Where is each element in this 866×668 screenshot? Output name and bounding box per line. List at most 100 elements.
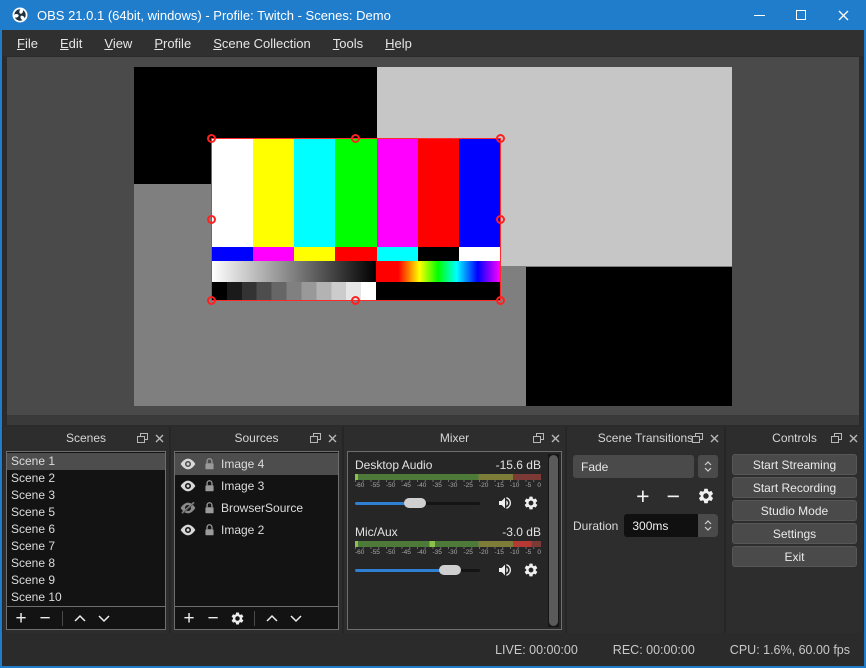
scene-list-item[interactable]: Scene 5 — [7, 504, 165, 521]
menu-tools[interactable]: Tools — [322, 36, 374, 51]
control-button[interactable]: Exit — [732, 546, 857, 567]
resize-handle-bottom-left[interactable] — [207, 296, 216, 305]
title-bar[interactable]: OBS 21.0.1 (64bit, windows) - Profile: T… — [2, 0, 864, 30]
menu-profile[interactable]: Profile — [143, 36, 202, 51]
source-list-item[interactable]: Image 2 — [175, 519, 338, 541]
scenes-panel-header[interactable]: Scenes — [3, 427, 169, 449]
lock-icon[interactable] — [200, 522, 218, 538]
resize-handle-top-right[interactable] — [496, 134, 505, 143]
slider-handle[interactable] — [439, 565, 461, 575]
close-button[interactable] — [822, 0, 864, 30]
menu-file[interactable]: File — [6, 36, 49, 51]
visibility-eye-icon[interactable] — [179, 456, 197, 472]
scenes-list: Scene 1Scene 2Scene 3Scene 5Scene 6Scene… — [7, 452, 165, 606]
transition-select[interactable]: Fade — [573, 455, 694, 478]
scene-list-item[interactable]: Scene 8 — [7, 555, 165, 572]
mixer-panel-header[interactable]: Mixer — [344, 427, 565, 449]
close-panel-icon[interactable] — [155, 434, 164, 443]
move-scene-down-button[interactable] — [92, 614, 116, 623]
chevron-down-icon — [704, 526, 712, 531]
duration-spinner[interactable] — [698, 514, 718, 537]
source-name: Image 2 — [221, 523, 264, 537]
source-black-rect-bottom-right[interactable] — [526, 267, 732, 406]
gear-icon — [523, 562, 539, 578]
close-panel-icon[interactable] — [551, 434, 560, 443]
channel-settings-button[interactable] — [521, 561, 541, 579]
chevron-up-icon — [704, 520, 712, 525]
add-transition-button[interactable]: + — [636, 484, 649, 508]
transition-properties-gear-icon[interactable] — [697, 487, 715, 505]
scene-list-item[interactable]: Scene 3 — [7, 487, 165, 504]
menu-scene-collection[interactable]: Scene Collection — [202, 36, 322, 51]
scene-canvas — [134, 67, 732, 406]
remove-transition-button[interactable]: − — [667, 484, 680, 508]
transition-select-spinner[interactable] — [698, 455, 718, 478]
resize-handle-bottom-middle[interactable] — [351, 296, 360, 305]
move-scene-up-button[interactable] — [68, 614, 92, 623]
scene-list-item[interactable]: Scene 9 — [7, 572, 165, 589]
scene-list-item[interactable]: Scene 2 — [7, 470, 165, 487]
float-panel-icon[interactable] — [137, 433, 148, 443]
scrollbar-thumb[interactable] — [549, 455, 558, 626]
minimize-button[interactable] — [738, 0, 780, 30]
controls-buttons: Start StreamingStart RecordingStudio Mod… — [726, 449, 863, 574]
close-panel-icon[interactable] — [710, 434, 719, 443]
move-source-up-button[interactable] — [260, 614, 284, 623]
add-source-button[interactable]: + — [177, 608, 201, 629]
float-panel-icon[interactable] — [692, 433, 703, 443]
window-title: OBS 21.0.1 (64bit, windows) - Profile: T… — [37, 8, 738, 23]
volume-slider[interactable] — [355, 497, 480, 509]
remove-source-button[interactable]: − — [201, 608, 225, 629]
mute-button[interactable] — [495, 561, 515, 579]
close-panel-icon[interactable] — [328, 434, 337, 443]
move-source-down-button[interactable] — [284, 614, 308, 623]
menu-help[interactable]: Help — [374, 36, 423, 51]
duration-spinbox[interactable]: 300ms — [624, 514, 718, 537]
add-scene-button[interactable]: + — [9, 608, 33, 629]
minimize-icon — [754, 15, 765, 16]
visibility-eye-icon[interactable] — [179, 478, 197, 494]
control-button[interactable]: Settings — [732, 523, 857, 544]
source-list-item[interactable]: BrowserSource — [175, 497, 338, 519]
resize-handle-middle-left[interactable] — [207, 215, 216, 224]
maximize-button[interactable] — [780, 0, 822, 30]
mute-button[interactable] — [495, 494, 515, 512]
float-panel-icon[interactable] — [831, 433, 842, 443]
visibility-eye-icon[interactable] — [179, 522, 197, 538]
duration-value: 300ms — [624, 514, 698, 537]
resize-handle-top-middle[interactable] — [351, 134, 360, 143]
resize-handle-middle-right[interactable] — [496, 215, 505, 224]
control-button[interactable]: Start Streaming — [732, 454, 857, 475]
transitions-panel-header[interactable]: Scene Transitions — [567, 427, 724, 449]
selected-source-colorbars[interactable] — [212, 139, 500, 300]
source-list-item[interactable]: Image 3 — [175, 475, 338, 497]
float-panel-icon[interactable] — [310, 433, 321, 443]
control-button[interactable]: Start Recording — [732, 477, 857, 498]
channel-settings-button[interactable] — [521, 494, 541, 512]
mixer-scrollbar[interactable] — [548, 454, 559, 627]
sources-listbox: Image 4 Image 3 — [174, 451, 339, 630]
visibility-eye-off-icon[interactable] — [179, 500, 197, 516]
volume-slider[interactable] — [355, 564, 480, 576]
lock-icon[interactable] — [200, 456, 218, 472]
remove-scene-button[interactable]: − — [33, 608, 57, 629]
scene-list-item[interactable]: Scene 10 — [7, 589, 165, 606]
source-list-item[interactable]: Image 4 — [175, 453, 338, 475]
lock-icon[interactable] — [200, 478, 218, 494]
control-button[interactable]: Studio Mode — [732, 500, 857, 521]
controls-panel-header[interactable]: Controls — [726, 427, 863, 449]
menu-edit[interactable]: Edit — [49, 36, 93, 51]
scene-list-item[interactable]: Scene 1 — [7, 453, 165, 470]
scene-list-item[interactable]: Scene 6 — [7, 521, 165, 538]
slider-handle[interactable] — [404, 498, 426, 508]
lock-icon[interactable] — [200, 500, 218, 516]
float-panel-icon[interactable] — [533, 433, 544, 443]
gray-gradient — [212, 261, 376, 283]
sources-panel-header[interactable]: Sources — [171, 427, 342, 449]
resize-handle-bottom-right[interactable] — [496, 296, 505, 305]
close-panel-icon[interactable] — [849, 434, 858, 443]
menu-view[interactable]: View — [93, 36, 143, 51]
scene-list-item[interactable]: Scene 7 — [7, 538, 165, 555]
resize-handle-top-left[interactable] — [207, 134, 216, 143]
source-properties-button[interactable] — [225, 611, 249, 626]
